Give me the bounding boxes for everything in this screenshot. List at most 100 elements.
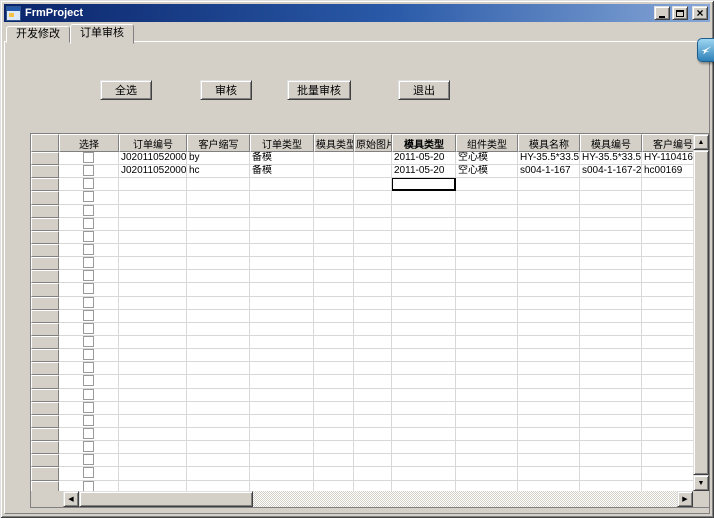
cell-order_no[interactable]: [119, 389, 187, 402]
cell-mold_no[interactable]: [580, 270, 642, 283]
cell-mold_type2[interactable]: [392, 297, 456, 310]
cell-mold_name[interactable]: HY-35.5*33.5*: [518, 152, 580, 165]
cell-comp_type[interactable]: [456, 283, 518, 296]
cell-select[interactable]: [59, 481, 119, 491]
cell-cust_abbr[interactable]: [187, 415, 250, 428]
cell-mold_name[interactable]: [518, 428, 580, 441]
cell-mold_no[interactable]: [580, 310, 642, 323]
cell-mold_name[interactable]: s004-1-167: [518, 165, 580, 178]
row-header[interactable]: [31, 349, 59, 362]
cell-mold_type2[interactable]: [392, 205, 456, 218]
cell-order_no[interactable]: [119, 362, 187, 375]
cell-mold_no[interactable]: [580, 389, 642, 402]
cell-comp_type[interactable]: [456, 218, 518, 231]
cell-mold_no[interactable]: [580, 375, 642, 388]
row-header[interactable]: [31, 428, 59, 441]
cell-order_type[interactable]: [250, 310, 314, 323]
cell-cust_abbr[interactable]: hc: [187, 165, 250, 178]
cell-order_type[interactable]: [250, 402, 314, 415]
cell-mold_name[interactable]: [518, 415, 580, 428]
cell-cust_abbr[interactable]: [187, 205, 250, 218]
cell-order_type[interactable]: [250, 467, 314, 480]
row-checkbox[interactable]: [83, 270, 94, 281]
cell-cust_no[interactable]: [642, 375, 693, 388]
row-checkbox[interactable]: [83, 191, 94, 202]
cell-orig_img[interactable]: [354, 323, 392, 336]
cell-mold_no[interactable]: [580, 297, 642, 310]
cell-order_no[interactable]: [119, 441, 187, 454]
cell-mold_no[interactable]: [580, 336, 642, 349]
cell-order_no[interactable]: [119, 454, 187, 467]
row-checkbox[interactable]: [83, 205, 94, 216]
cell-cust_abbr[interactable]: [187, 218, 250, 231]
row-header[interactable]: [31, 481, 59, 491]
row-checkbox[interactable]: [83, 441, 94, 452]
cell-mold_name[interactable]: [518, 297, 580, 310]
cell-select[interactable]: [59, 178, 119, 191]
cell-orig_img[interactable]: [354, 152, 392, 165]
cell-comp_type[interactable]: [456, 362, 518, 375]
cell-cust_abbr[interactable]: [187, 310, 250, 323]
cell-orig_img[interactable]: [354, 389, 392, 402]
cell-mold_type[interactable]: [314, 467, 354, 480]
row-header[interactable]: [31, 454, 59, 467]
cell-orig_img[interactable]: [354, 428, 392, 441]
cell-mold_type[interactable]: [314, 270, 354, 283]
cell-mold_type[interactable]: [314, 205, 354, 218]
bird-overlay-button[interactable]: [697, 38, 714, 62]
cell-orig_img[interactable]: [354, 415, 392, 428]
cell-cust_no[interactable]: [642, 389, 693, 402]
cell-mold_name[interactable]: [518, 362, 580, 375]
cell-mold_type2[interactable]: [392, 218, 456, 231]
cell-order_no[interactable]: J020110520002: [119, 165, 187, 178]
cell-orig_img[interactable]: [354, 402, 392, 415]
cell-mold_type[interactable]: [314, 362, 354, 375]
cell-cust_no[interactable]: [642, 244, 693, 257]
row-checkbox[interactable]: [83, 231, 94, 242]
cell-mold_type2[interactable]: 2011-05-20: [392, 152, 456, 165]
cell-cust_abbr[interactable]: [187, 297, 250, 310]
row-checkbox[interactable]: [83, 349, 94, 360]
cell-mold_no[interactable]: [580, 428, 642, 441]
cell-select[interactable]: [59, 441, 119, 454]
cell-mold_type[interactable]: [314, 244, 354, 257]
cell-mold_type[interactable]: [314, 481, 354, 491]
cell-order_no[interactable]: [119, 205, 187, 218]
cell-mold_type2[interactable]: [392, 178, 456, 191]
row-header[interactable]: [31, 323, 59, 336]
cell-mold_no[interactable]: [580, 402, 642, 415]
cell-orig_img[interactable]: [354, 467, 392, 480]
cell-mold_type[interactable]: [314, 231, 354, 244]
row-checkbox[interactable]: [83, 257, 94, 268]
column-header-select[interactable]: 选择: [59, 134, 119, 152]
cell-mold_type2[interactable]: [392, 349, 456, 362]
cell-mold_type[interactable]: [314, 178, 354, 191]
row-checkbox[interactable]: [83, 283, 94, 294]
cell-cust_no[interactable]: [642, 178, 693, 191]
cell-order_type[interactable]: [250, 375, 314, 388]
cell-cust_no[interactable]: hc00169: [642, 165, 693, 178]
cell-order_type[interactable]: [250, 349, 314, 362]
column-header-mold_no[interactable]: 模具编号: [580, 134, 642, 152]
cell-mold_type[interactable]: [314, 402, 354, 415]
cell-orig_img[interactable]: [354, 218, 392, 231]
cell-mold_type[interactable]: [314, 441, 354, 454]
cell-comp_type[interactable]: [456, 205, 518, 218]
cell-cust_no[interactable]: [642, 415, 693, 428]
cell-cust_no[interactable]: [642, 283, 693, 296]
cell-cust_no[interactable]: [642, 402, 693, 415]
horizontal-scrollbar[interactable]: ◀ ▶: [63, 491, 693, 507]
cell-select[interactable]: [59, 323, 119, 336]
cell-order_type[interactable]: [250, 231, 314, 244]
cell-mold_name[interactable]: [518, 218, 580, 231]
cell-mold_type[interactable]: [314, 257, 354, 270]
cell-mold_type[interactable]: [314, 415, 354, 428]
cell-mold_no[interactable]: [580, 178, 642, 191]
cell-orig_img[interactable]: [354, 191, 392, 204]
cell-mold_type2[interactable]: [392, 481, 456, 491]
row-header[interactable]: [31, 165, 59, 178]
cell-mold_no[interactable]: [580, 481, 642, 491]
cell-cust_abbr[interactable]: [187, 257, 250, 270]
cell-cust_no[interactable]: [642, 454, 693, 467]
cell-mold_type2[interactable]: [392, 415, 456, 428]
